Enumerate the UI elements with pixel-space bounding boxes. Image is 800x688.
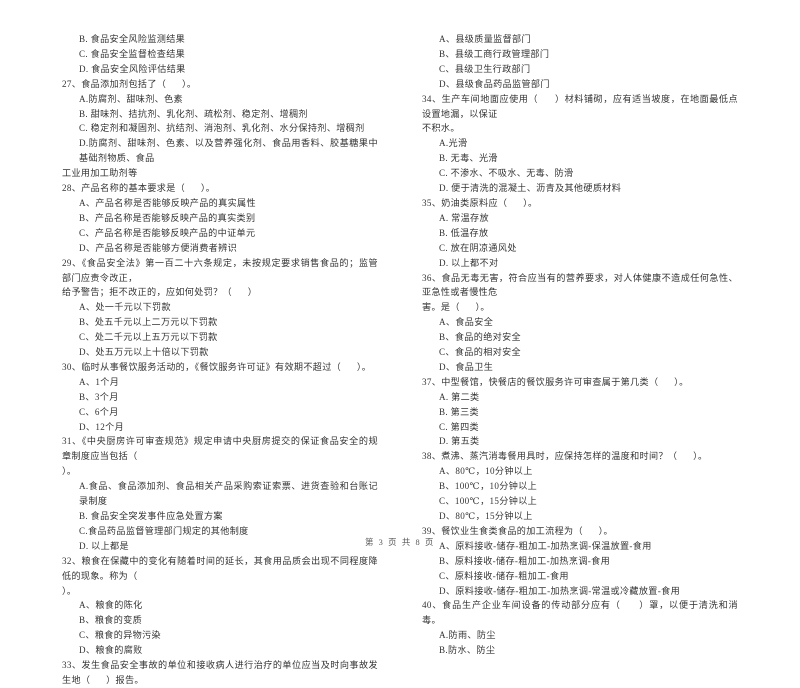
question-option-line: C. 不渗水、不吸水、无毒、防滑 [439,168,574,179]
question-option-line: A、食品安全 [439,317,494,328]
question-option-line: C、产品名称是否能够反映产品的中证单元 [79,227,256,238]
question-option-line: D、原料接收-储存-粗加工-加热烹调-常温或冷藏放置-食用 [439,585,681,596]
question-option-line: B. 食品安全风险监测结果 [79,34,186,44]
question-stem-line: 31、《中央厨房许可审查规范》规定申请中央厨房提交的保证食品安全的规章制度应当包… [62,436,378,462]
question-stem-line: 30、临时从事餐饮服务活动的，《餐饮服务许可证》有效期不超过（ ）。 [62,361,372,372]
question-stem-line: 34、生产车间地面应使用（ ）材料铺砌，应有适当坡度，在地面最低点设置地漏，以保… [422,93,738,119]
question-option-line: C、处二千元以上五万元以下罚款 [79,332,218,343]
question-option-line: A.防腐剂、甜味剂、色素 [79,93,183,104]
question-option-line: D、县级食品药品监管部门 [439,78,550,89]
question-option-line: D.防腐剂、甜味剂、色素、以及营养强化剂、食品用香料、胶基糖果中基础剂物质、食品 [79,138,378,164]
page-footer: 第 3 页 共 8 页 [0,536,800,548]
question-option-line: B、3个月 [79,391,119,402]
question-option-line: C、100℃，15分钟以上 [439,496,538,507]
question-stem-line: 33、发生食品安全事故的单位和接收病人进行治疗的单位应当及时向事故发生地（ ）报… [62,660,378,685]
question-option-line: D、产品名称是否能够方便消费者辨识 [79,242,238,253]
question-option-line: B. 食品安全突发事件应急处置方案 [79,511,223,521]
question-option-line: C. 第四类 [439,421,479,432]
question-stem-line: 害。是（ ）。 [422,302,490,313]
question-option-line: B. 第三类 [439,406,479,417]
question-option-line: B、原料接收-储存-粗加工-加热烹调-食用 [439,555,611,566]
question-stem-line: 28、产品名称的基本要求是（ ）。 [62,183,216,194]
question-option-line: B、处五千元以上二万元以下罚款 [79,317,218,328]
question-stem-line: ）。 [62,585,77,596]
question-option-line: B、县级工商行政管理部门 [439,48,550,59]
question-stem-line: 给予警告；拒不改正的，应如何处罚？（ ） [62,287,258,298]
question-option-line: D、食品卫生 [439,361,494,372]
question-stem-line: 29、《食品安全法》第一百二十六条规定，未按规定要求销售食品的；监管部门应责令改… [62,257,378,283]
question-stem-line: 27、食品添加剂包括了（ ）。 [62,78,197,89]
question-stem-line: 36、食品无毒无害，符合应当有的营养要求，对人体健康不造成任何急性、亚急性或者慢… [422,272,738,298]
question-stem-line: 不积水。 [422,123,460,134]
question-option-line: C、原料接收-储存-粗加工-食用 [439,570,569,581]
question-stem-line: 38、煮沸、蒸汽消毒餐用具时，应保持怎样的温度和时间？（ ）。 [422,451,708,462]
question-option-line: B、产品名称是否能够反映产品的真实类别 [79,212,256,223]
question-option-line: D、80℃，15分钟以上 [439,511,533,521]
document-page: B. 食品安全风险监测结果 C. 食品安全监督检查结果 D. 食品安全风险评估结果 2… [0,0,800,685]
question-stem-line: 32、粮食在保藏中的变化有随着时间的延长，其食用品质会出现不同程度降低的现象。称… [62,555,378,581]
question-option-line: A.防雨、防尘 [439,630,496,641]
question-option-line: C. 放在阴凉通风处 [439,242,517,253]
question-option-line: A. 第二类 [439,391,480,402]
question-option-line: A.光滑 [439,138,468,149]
question-stem-line: ）。 [62,466,77,477]
right-column: A、县级质量监督部门 B、县级工商行政管理部门 C、县级卫生行政部门 D、县级食品药品… [422,32,738,655]
question-option-line: D. 便于清洗的混凝土、沥青及其他硬质材料 [439,183,622,194]
question-stem-line: 40、食品生产企业车间设备的传动部分应有（ ）罩，以便于清洗和消毒。 [422,600,738,626]
question-option-line: 工业用加工助剂等 [62,168,138,179]
question-option-line: A、县级质量监督部门 [439,34,531,44]
question-stem-line: 35、奶油类原料应（ ）。 [422,197,538,208]
question-option-line: D. 第五类 [439,436,480,447]
question-option-line: B、100℃，10分钟以上 [439,481,538,492]
question-option-line: B. 低温存放 [439,227,489,238]
two-column-body: B. 食品安全风险监测结果 C. 食品安全监督检查结果 D. 食品安全风险评估结果 2… [62,32,738,685]
question-option-line: A、产品名称是否能够反映产品的真实属性 [79,197,256,208]
question-option-line: A、粮食的陈化 [79,600,143,611]
question-option-line: C、粮食的异物污染 [79,630,161,641]
question-option-line: D. 以上都不对 [439,257,499,268]
footer-page-indicator: 第 3 页 共 8 页 [365,538,435,547]
question-option-line: B.防水、防尘 [439,645,496,656]
question-option-line: B、食品的绝对安全 [439,332,521,343]
left-column: B. 食品安全风险监测结果 C. 食品安全监督检查结果 D. 食品安全风险评估结果 2… [62,32,378,685]
question-option-line: C、县级卫生行政部门 [439,63,531,74]
question-option-line: C、食品的相对安全 [439,347,521,358]
question-stem-line: 37、中型餐馆，快餐店的餐饮服务许可审查属于第几类（ ）。 [422,376,689,387]
question-option-line: B. 无毒、光滑 [439,153,498,164]
question-option-line: C、6个月 [79,406,119,417]
question-option-line: A、80℃，10分钟以上 [439,466,533,477]
question-option-line: B、粮食的变质 [79,615,143,626]
question-option-line: A. 常温存放 [439,212,489,223]
question-option-line: B. 甜味剂、拮抗剂、乳化剂、疏松剂、稳定剂、增稠剂 [79,108,308,119]
question-option-line: A、处一千元以下罚款 [79,302,171,313]
question-option-line: A.食品、食品添加剂、食品相关产品采购索证索票、进货查验和台账记录制度 [79,481,378,507]
question-option-line: D. 食品安全风险评估结果 [79,63,186,74]
question-option-line: C. 食品安全监督检查结果 [79,48,186,59]
question-option-line: C. 稳定剂和凝固剂、抗结剂、消泡剂、乳化剂、水分保持剂、增稠剂 [79,123,365,134]
question-option-line: D、12个月 [79,421,125,432]
question-option-line: D、处五万元以上十倍以下罚款 [79,347,209,358]
question-option-line: A、1个月 [79,376,120,387]
question-option-line: D、粮食的腐败 [79,645,143,656]
